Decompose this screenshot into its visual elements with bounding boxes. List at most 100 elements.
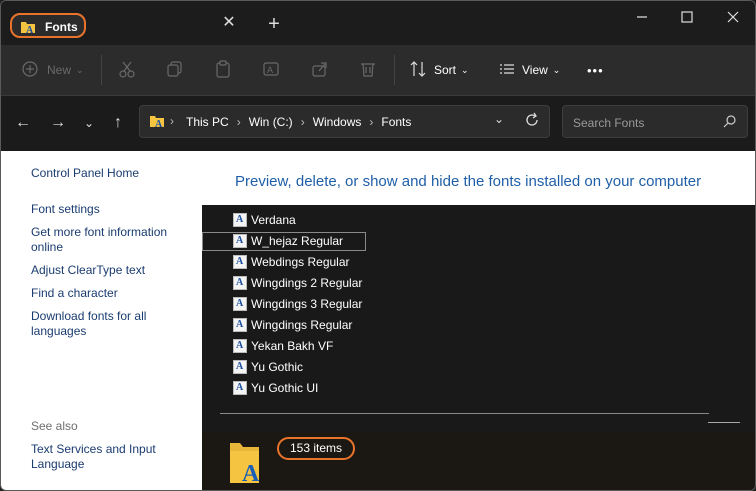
new-label: New: [47, 63, 72, 77]
list-item[interactable]: A W_hejaz Regular: [233, 232, 343, 250]
tab-close-icon[interactable]: ✕: [219, 13, 239, 33]
address-row: ← → ⌄ ↑ A › This PC › Win (C:) › Windows…: [1, 96, 755, 151]
list-item[interactable]: A Yu Gothic: [233, 358, 303, 376]
chevron-down-icon: ⌄: [552, 64, 561, 75]
font-name: Verdana: [251, 213, 296, 227]
font-name: Yekan Bakh VF: [251, 339, 334, 353]
svg-text:A: A: [267, 65, 273, 75]
find-character-link[interactable]: Find a character: [31, 286, 118, 301]
get-more-font-info-link[interactable]: Get more font information online: [31, 225, 181, 255]
download-fonts-link[interactable]: Download fonts for all languages: [31, 309, 181, 339]
content-header: Preview, delete, or show and hide the fo…: [202, 151, 755, 205]
font-name: Wingdings 3 Regular: [251, 297, 363, 311]
trash-icon: [359, 60, 377, 81]
font-file-icon: A: [233, 360, 247, 374]
divider: [394, 55, 395, 85]
refresh-icon[interactable]: [524, 112, 540, 131]
plus-circle-icon: [21, 60, 39, 81]
list-item[interactable]: A Wingdings Regular: [233, 316, 352, 334]
view-label: View: [522, 63, 548, 77]
svg-text:A: A: [155, 119, 163, 129]
fonts-folder-icon: A: [20, 19, 36, 38]
chevron-right-icon: ›: [236, 115, 241, 129]
chevron-down-icon: ⌄: [76, 64, 84, 75]
see-also-heading: See also: [31, 419, 78, 433]
breadcrumb: This PC › Win (C:) › Windows › Fonts: [186, 115, 411, 129]
sort-button[interactable]: Sort ⌄: [409, 58, 469, 82]
list-item[interactable]: A Verdana: [233, 211, 296, 229]
font-name: Yu Gothic UI: [251, 381, 319, 395]
font-name: Webdings Regular: [251, 255, 350, 269]
fonts-folder-large-icon: A: [228, 439, 268, 488]
chevron-right-icon: ›: [300, 115, 305, 129]
paste-button[interactable]: [214, 58, 232, 82]
crumb-win-c[interactable]: Win (C:): [249, 115, 293, 129]
search-input[interactable]: [571, 113, 723, 133]
address-dropdown-chevron-icon[interactable]: ⌄: [494, 112, 504, 126]
search-icon[interactable]: [723, 114, 737, 131]
copy-icon: [166, 60, 184, 81]
more-options-button[interactable]: •••: [587, 58, 604, 82]
list-item[interactable]: A Wingdings 2 Regular: [233, 274, 362, 292]
tab-fonts[interactable]: A Fonts: [10, 13, 86, 38]
rename-icon: A: [262, 60, 280, 81]
crumb-this-pc[interactable]: This PC: [186, 115, 229, 129]
view-list-icon: [498, 60, 516, 81]
share-button[interactable]: [311, 58, 329, 82]
tab-title: Fonts: [45, 20, 78, 34]
scrollbar-thumb[interactable]: [708, 422, 740, 423]
scissors-icon: [118, 60, 136, 81]
font-file-icon: A: [233, 381, 247, 395]
fonts-folder-icon: A: [149, 113, 165, 132]
control-panel-home-link[interactable]: Control Panel Home: [31, 166, 139, 181]
close-window-button[interactable]: [718, 7, 748, 27]
adjust-cleartype-link[interactable]: Adjust ClearType text: [31, 263, 145, 278]
file-explorer-window: A Fonts ✕ + New ⌄ A Sort ⌄ View ⌄ ••• ← …: [0, 0, 756, 491]
font-name: Wingdings Regular: [251, 318, 353, 332]
list-item[interactable]: A Yekan Bakh VF: [233, 337, 333, 355]
back-arrow-icon[interactable]: ←: [13, 113, 33, 133]
title-bar: A Fonts ✕ +: [1, 1, 755, 45]
text-services-link[interactable]: Text Services and Input Language: [31, 442, 181, 472]
crumb-windows[interactable]: Windows: [313, 115, 362, 129]
new-tab-button[interactable]: +: [264, 14, 284, 34]
list-item[interactable]: A Webdings Regular: [233, 253, 350, 271]
rename-button[interactable]: A: [262, 58, 280, 82]
horizontal-scrollbar[interactable]: [220, 413, 709, 414]
font-file-icon: A: [233, 339, 247, 353]
list-item[interactable]: A Yu Gothic UI: [233, 379, 318, 397]
font-name: W_hejaz Regular: [251, 234, 344, 248]
font-list: A Verdana A W_hejaz Regular A Webdings Regu…: [202, 205, 755, 432]
new-button[interactable]: New ⌄: [21, 58, 84, 82]
recent-locations-chevron-icon[interactable]: ⌄: [79, 113, 99, 133]
font-settings-link[interactable]: Font settings: [31, 202, 100, 217]
font-name: Wingdings 2 Regular: [251, 276, 363, 290]
forward-arrow-icon[interactable]: →: [48, 113, 68, 133]
search-box[interactable]: [562, 105, 748, 138]
view-button[interactable]: View ⌄: [498, 58, 560, 82]
cut-button[interactable]: [118, 58, 136, 82]
copy-button[interactable]: [166, 58, 184, 82]
chevron-right-icon: ›: [170, 114, 174, 128]
maximize-button[interactable]: [672, 7, 702, 27]
item-count-badge: 153 items: [277, 437, 355, 460]
font-file-icon: A: [233, 318, 247, 332]
delete-button[interactable]: [359, 58, 377, 82]
chevron-down-icon: ⌄: [461, 64, 469, 75]
details-pane: A 153 items: [202, 432, 755, 490]
clipboard-icon: [214, 59, 232, 81]
up-arrow-icon[interactable]: ↑: [108, 113, 128, 133]
command-bar: New ⌄ A Sort ⌄ View ⌄ •••: [1, 45, 755, 96]
font-file-icon: A: [233, 297, 247, 311]
font-name: Yu Gothic: [251, 360, 304, 374]
divider: [101, 55, 102, 85]
list-item[interactable]: A Wingdings 3 Regular: [233, 295, 362, 313]
minimize-button[interactable]: [627, 7, 657, 27]
crumb-fonts[interactable]: Fonts: [381, 115, 411, 129]
svg-text:A: A: [26, 25, 34, 35]
chevron-right-icon: ›: [369, 115, 374, 129]
sort-icon: [409, 60, 427, 81]
left-pane: Control Panel Home Font settings Get mor…: [1, 151, 202, 490]
svg-text:A: A: [242, 461, 260, 485]
address-bar[interactable]: A › This PC › Win (C:) › Windows › Fonts…: [139, 105, 550, 138]
